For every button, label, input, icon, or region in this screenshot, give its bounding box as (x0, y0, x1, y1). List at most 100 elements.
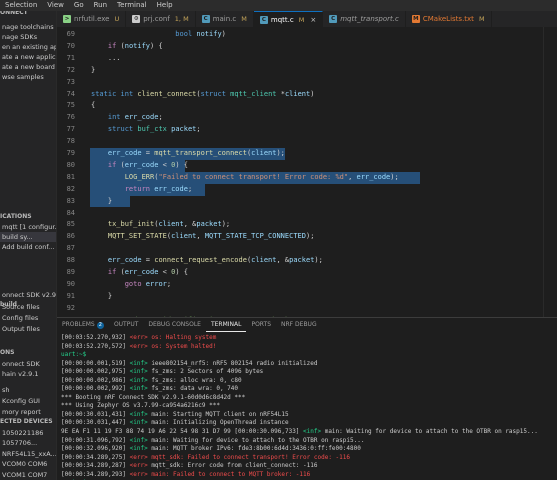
sidebar-item[interactable]: 1057706... (0, 438, 56, 448)
sidebar-item[interactable]: VCOM1 COM7 (0, 470, 56, 480)
panel-tab-debug-console[interactable]: DEBUG CONSOLE (143, 318, 206, 332)
sidebar-item-label: Kconfig GUI (2, 397, 40, 405)
sidebar-item[interactable]: nage toolchains (0, 22, 56, 32)
panel-tabs: PROBLEMS 2 OUTPUT DEBUG CONSOLE TERMINAL PORT… (57, 318, 557, 332)
code-line[interactable]: 83 } (57, 196, 557, 208)
terminal-line: *** Booting nRF Connect SDK v2.9.1-60d0d… (61, 393, 246, 401)
sidebar-item-label: Output files (2, 325, 40, 333)
sidebar-item[interactable]: onnect SDK v2.9.1 (0, 290, 56, 300)
sidebar-item-label: Config files (2, 314, 39, 322)
code-line[interactable]: 81 LOG_ERR("Failed to connect transport!… (57, 172, 557, 184)
code-editor[interactable]: 69 bool notify) 70 if (notify) {71 ... 72}… (57, 27, 557, 317)
sidebar-item[interactable]: Config files (0, 313, 56, 323)
sidebar-item-label: Source files (2, 303, 40, 311)
sidebar-item[interactable]: mory report (0, 407, 56, 417)
code-line[interactable]: 82 return err_code; (57, 184, 557, 196)
code-line[interactable]: 76 int err_code; (57, 112, 557, 124)
code-line[interactable]: 84 (57, 208, 557, 220)
code-line[interactable]: 88 err_code = connect_request_encode(cli… (57, 255, 557, 267)
tab-main-c[interactable]: Cmain.c M (196, 11, 254, 27)
line-number: 72 (66, 65, 75, 74)
sidebar-item[interactable]: Source files (0, 302, 56, 312)
sidebar-section-header: ONNECT (0, 11, 56, 18)
tab-mqtt-c[interactable]: Cmqtt.c M × (253, 11, 324, 28)
code-line[interactable]: 91 } (57, 291, 557, 303)
code-line[interactable]: 78 (57, 136, 557, 148)
code-line[interactable]: 90 goto error; (57, 279, 557, 291)
code-text: struct buf_ctx packet; (107, 125, 201, 134)
sidebar-item-label: build sy... (2, 233, 33, 241)
tab-modified-badge: M (241, 15, 247, 23)
sidebar-item[interactable]: VCOM0 COM6 (0, 459, 56, 469)
tab-cmakelists-txt[interactable]: M CMakeLists.txt M (406, 11, 492, 27)
sidebar-item[interactable]: ate a new applic... (0, 52, 56, 62)
sidebar-section-header: ONS (0, 348, 56, 358)
sidebar-item[interactable]: Add build conf... (0, 242, 56, 252)
code-line[interactable]: 74 static int client_connect(struct mqtt_… (57, 89, 557, 101)
tab-label: mqtt.c (270, 15, 294, 24)
sidebar-item[interactable]: onnect SDK (0, 359, 56, 369)
terminal-line: [00:03:52.270,932] <err> os: Halting sys… (61, 334, 217, 341)
panel-tab-label: TERMINAL (210, 320, 242, 328)
close-icon[interactable]: × (310, 12, 316, 28)
sidebar-item[interactable]: en an existing ap... (0, 42, 56, 52)
sidebar-item[interactable]: Output files (0, 324, 56, 334)
code-line[interactable]: 69 bool notify) (57, 29, 557, 41)
terminal-output[interactable]: [00:03:52.270,932] <err> os: Halting sys… (61, 334, 553, 480)
code-line[interactable]: 86 MQTT_SET_STATE(client, MQTT_STATE_TCP… (57, 231, 557, 243)
line-number: 81 (66, 172, 75, 181)
menu-run[interactable]: Run (89, 0, 112, 11)
menu-go[interactable]: Go (69, 0, 89, 11)
sidebar-item-label: Add build conf... (2, 243, 55, 251)
sidebar-item[interactable]: nage SDKs (0, 32, 56, 42)
terminal-line: [00:00:30.031,431] <inf> main: Starting … (61, 410, 289, 418)
terminal-line: [00:00:34.289,275] <err> mqtt_sdk: Faile… (61, 453, 350, 461)
code-line[interactable]: 71 ... (57, 53, 557, 65)
tab-prj-conf[interactable]: ⚙ prj.conf 1, M (126, 11, 196, 27)
code-line[interactable]: 77 struct buf_ctx packet; (57, 124, 557, 136)
sidebar-item-label: VCOM0 COM6 (2, 460, 48, 468)
sidebar-item[interactable]: build sy... (0, 232, 56, 242)
code-line[interactable]: 89 if (err_code < 0) { (57, 267, 557, 279)
sidebar-item[interactable]: Kconfig GUI (0, 396, 56, 406)
line-number: 80 (66, 160, 75, 169)
code-text: { (91, 101, 96, 110)
menu-selection[interactable]: Selection (0, 0, 42, 11)
code-line[interactable]: 87 (57, 243, 557, 255)
sidebar-item[interactable]: wse samples (0, 72, 56, 82)
sidebar-item[interactable]: NRF54L15_xxA... (0, 449, 56, 459)
panel-tab-ports[interactable]: PORTS (246, 318, 276, 332)
sidebar-item-label: mqtt [1 configur... (2, 223, 57, 231)
tab-modified-badge: U (114, 15, 120, 23)
sidebar-item[interactable]: sh (0, 385, 56, 395)
panel-tab-label: DEBUG CONSOLE (148, 321, 201, 328)
sidebar-item[interactable]: mqtt [1 configur... (0, 222, 57, 232)
sidebar-item[interactable]: hain v2.9.1 (0, 369, 56, 379)
panel-tab-output[interactable]: OUTPUT (109, 318, 143, 332)
menu-terminal[interactable]: Terminal (112, 0, 152, 11)
code-line[interactable]: 70 if (notify) { (57, 41, 557, 53)
code-line[interactable]: 72} (57, 65, 557, 77)
code-line[interactable]: 73 (57, 77, 557, 89)
panel-tab-terminal[interactable]: TERMINAL (205, 318, 247, 332)
code-line[interactable]: 85 tx_buf_init(client, &packet); (57, 219, 557, 231)
code-line[interactable]: 75 { (57, 100, 557, 112)
terminal-line: [00:00:30.031,447] <inf> main: Initializ… (61, 419, 289, 427)
sidebar-item-label: nage toolchains (2, 23, 54, 31)
panel-tab-problems[interactable]: PROBLEMS 2 (57, 318, 109, 332)
sidebar-item[interactable]: 1050221186 (0, 428, 56, 438)
line-number: 92 (66, 303, 75, 312)
tab-nrfutil-exe[interactable]: > nrfutil.exe U (57, 11, 127, 27)
sidebar-item-label: ICATIONS (0, 213, 32, 220)
terminal-line: [00:03:52.270,572] <err> os: System halt… (61, 342, 217, 350)
terminal-line: [00:00:32.096,920] <inf> main: MQTT brok… (61, 445, 361, 453)
panel-tab-nrf-debug[interactable]: NRF DEBUG (276, 318, 322, 332)
code-text: ... (91, 53, 121, 62)
menu-view[interactable]: View (42, 0, 69, 11)
menu-help[interactable]: Help (152, 0, 178, 11)
tab-mqtt-transport-c[interactable]: Cmqtt_transport.c (323, 11, 406, 27)
code-line[interactable]: 80 if (err_code < 0) { (57, 160, 557, 172)
sidebar-item[interactable]: ate a new board (0, 62, 56, 72)
code-line[interactable]: 92 (57, 303, 557, 315)
code-line[interactable]: 79 err_code = mqtt_transport_connect(cli… (57, 148, 557, 160)
